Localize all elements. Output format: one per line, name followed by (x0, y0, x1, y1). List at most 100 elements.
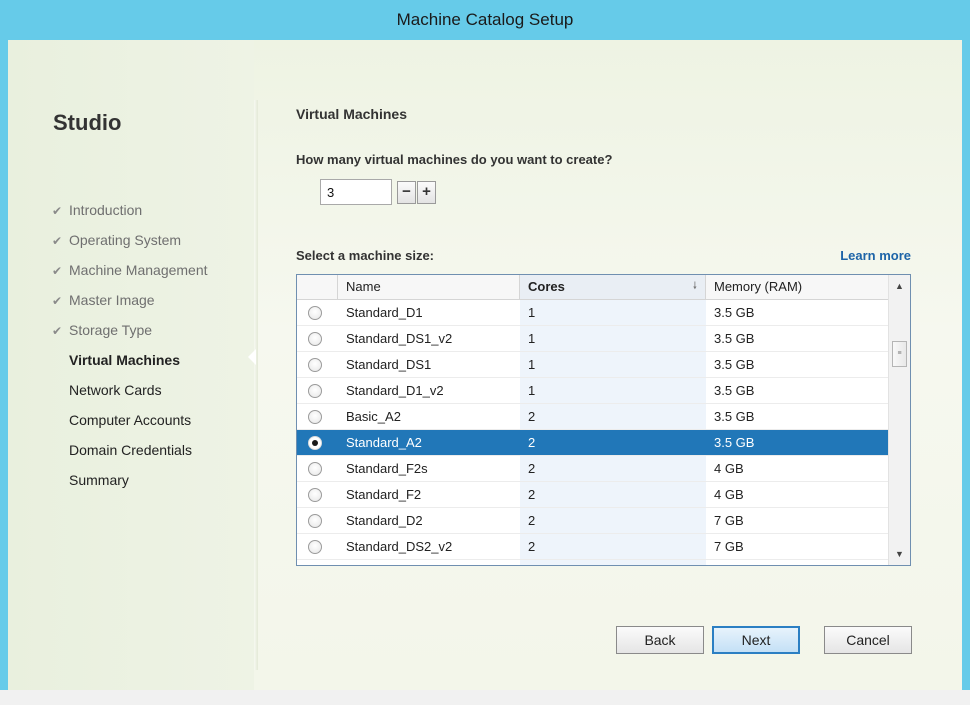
radio-button[interactable] (308, 435, 322, 450)
cell-name: Standard_DS1_v2 (346, 331, 453, 346)
wizard-client-area: Studio ✔ Introduction ✔ Operating System ✔… (8, 40, 962, 690)
radio-button[interactable] (308, 357, 322, 372)
page-title: Virtual Machines (296, 106, 408, 122)
radio-button[interactable] (308, 409, 322, 424)
cell-name: Standard_F2 (346, 487, 422, 502)
row-radio-cell[interactable] (297, 300, 338, 325)
cell-memory: 3.5 GB (714, 331, 755, 346)
check-icon: ✔ (52, 324, 63, 338)
sidebar-heading: Studio (53, 110, 122, 135)
cell-memory: 3.5 GB (714, 305, 755, 320)
column-header-memory[interactable]: Memory (RAM) (706, 275, 889, 299)
step-storage-type: ✔ Storage Type (52, 319, 208, 349)
cell-memory: 3.5 GB (714, 383, 755, 398)
radio-button[interactable] (308, 487, 322, 502)
column-header-label: Cores (528, 279, 565, 294)
step-summary: Summary (69, 472, 129, 488)
cell-cores: 1 (520, 352, 706, 377)
cell-name: Standard_DS1 (346, 357, 432, 372)
step-label: Storage Type (69, 322, 153, 338)
radio-column-header[interactable] (297, 275, 338, 299)
cell-memory: 7 GB (714, 539, 744, 554)
cancel-button[interactable]: Cancel (824, 626, 912, 654)
table-row[interactable]: Basic_A2 2 3.5 GB (297, 404, 889, 430)
cell-cores: 1 (520, 300, 706, 325)
learn-more-link[interactable]: Learn more (840, 248, 911, 263)
row-radio-cell[interactable] (297, 482, 338, 507)
table-row[interactable]: Standard_F2 2 4 GB (297, 482, 889, 508)
cell-cores: 2 (520, 482, 706, 507)
step-label: Master Image (69, 292, 155, 308)
vm-count-input[interactable] (320, 179, 392, 205)
column-header-name[interactable]: Name (338, 275, 520, 299)
step-label: Operating System (69, 232, 182, 248)
cell-name: Standard_F2s (346, 461, 428, 476)
row-radio-cell[interactable] (297, 430, 338, 455)
row-radio-cell[interactable] (297, 352, 338, 377)
step-domain-credentials: Domain Credentials (69, 442, 192, 458)
row-radio-cell[interactable] (297, 404, 338, 429)
cell-memory: 3.5 GB (714, 409, 755, 424)
sort-descending-icon: 🠗 (692, 281, 697, 292)
table-row[interactable]: Standard_D1_v2 1 3.5 GB (297, 378, 889, 404)
table-row[interactable]: Standard_D1 1 3.5 GB (297, 300, 889, 326)
table-row[interactable]: Standard_A2 2 3.5 GB (297, 430, 889, 456)
machine-size-label: Select a machine size: (296, 248, 435, 263)
next-button[interactable]: Next (712, 626, 800, 654)
table-row[interactable]: Standard_D2 2 7 GB (297, 508, 889, 534)
check-icon: ✔ (52, 234, 63, 248)
radio-button[interactable] (308, 331, 322, 346)
cell-cores: 1 (520, 378, 706, 403)
table-row[interactable]: Standard_DS227 GB (297, 560, 889, 565)
check-icon: ✔ (52, 264, 63, 278)
scrollbar-thumb[interactable]: ≡ (892, 341, 907, 367)
table-row[interactable]: Standard_DS1_v2 1 3.5 GB (297, 326, 889, 352)
cell-name: Standard_D1 (346, 305, 423, 320)
cell-cores: 2 (520, 404, 706, 429)
scroll-down-icon[interactable]: ▼ (889, 545, 910, 563)
step-virtual-machines: Virtual Machines (69, 352, 181, 368)
table-header: Name Cores 🠗 Memory (RAM) (297, 275, 889, 300)
step-introduction: ✔ Introduction (52, 199, 208, 229)
cell-name: Standard_DS2 (338, 560, 520, 565)
vertical-scrollbar[interactable]: ▲ ≡ ▼ (888, 275, 910, 565)
column-header-cores[interactable]: Cores 🠗 (520, 275, 706, 299)
row-radio-cell[interactable] (297, 456, 338, 481)
cell-name: Standard_DS2_v2 (346, 539, 453, 554)
radio-button[interactable] (308, 461, 322, 476)
row-radio-cell[interactable] (297, 560, 338, 565)
decrement-button[interactable]: − (397, 181, 416, 204)
step-operating-system: ✔ Operating System (52, 229, 208, 259)
increment-button[interactable]: + (417, 181, 436, 204)
current-step-pointer (248, 349, 256, 365)
radio-button[interactable] (308, 383, 322, 398)
row-radio-cell[interactable] (297, 326, 338, 351)
window-title: Machine Catalog Setup (396, 10, 574, 29)
check-icon: ✔ (52, 294, 63, 308)
scroll-up-icon[interactable]: ▲ (889, 277, 910, 295)
step-network-cards: Network Cards (69, 382, 162, 398)
cell-memory: 3.5 GB (714, 357, 755, 372)
cell-memory: 4 GB (714, 461, 744, 476)
cell-cores: 2 (520, 534, 706, 559)
table-row[interactable]: Standard_DS1 1 3.5 GB (297, 352, 889, 378)
row-radio-cell[interactable] (297, 534, 338, 559)
cell-name: Basic_A2 (346, 409, 401, 424)
setup-window: Machine Catalog Setup Studio ✔ Introducti… (0, 0, 970, 705)
step-label: Introduction (69, 202, 143, 218)
radio-button[interactable] (308, 305, 322, 320)
window-bottom-edge (0, 690, 970, 705)
back-button[interactable]: Back (616, 626, 704, 654)
cell-name: Standard_D1_v2 (346, 383, 444, 398)
table-row[interactable]: Standard_F2s 2 4 GB (297, 456, 889, 482)
table-row[interactable]: Standard_DS2_v2 2 7 GB (297, 534, 889, 560)
radio-button[interactable] (308, 513, 322, 528)
row-radio-cell[interactable] (297, 508, 338, 533)
cell-cores: 2 (520, 456, 706, 481)
cell-memory: 4 GB (714, 487, 744, 502)
radio-button[interactable] (308, 539, 322, 554)
row-radio-cell[interactable] (297, 378, 338, 403)
cell-cores: 2 (520, 560, 706, 565)
machine-size-table: Name Cores 🠗 Memory (RAM) Standard_D1 1 3.… (296, 274, 911, 566)
step-machine-management: ✔ Machine Management (52, 259, 208, 289)
